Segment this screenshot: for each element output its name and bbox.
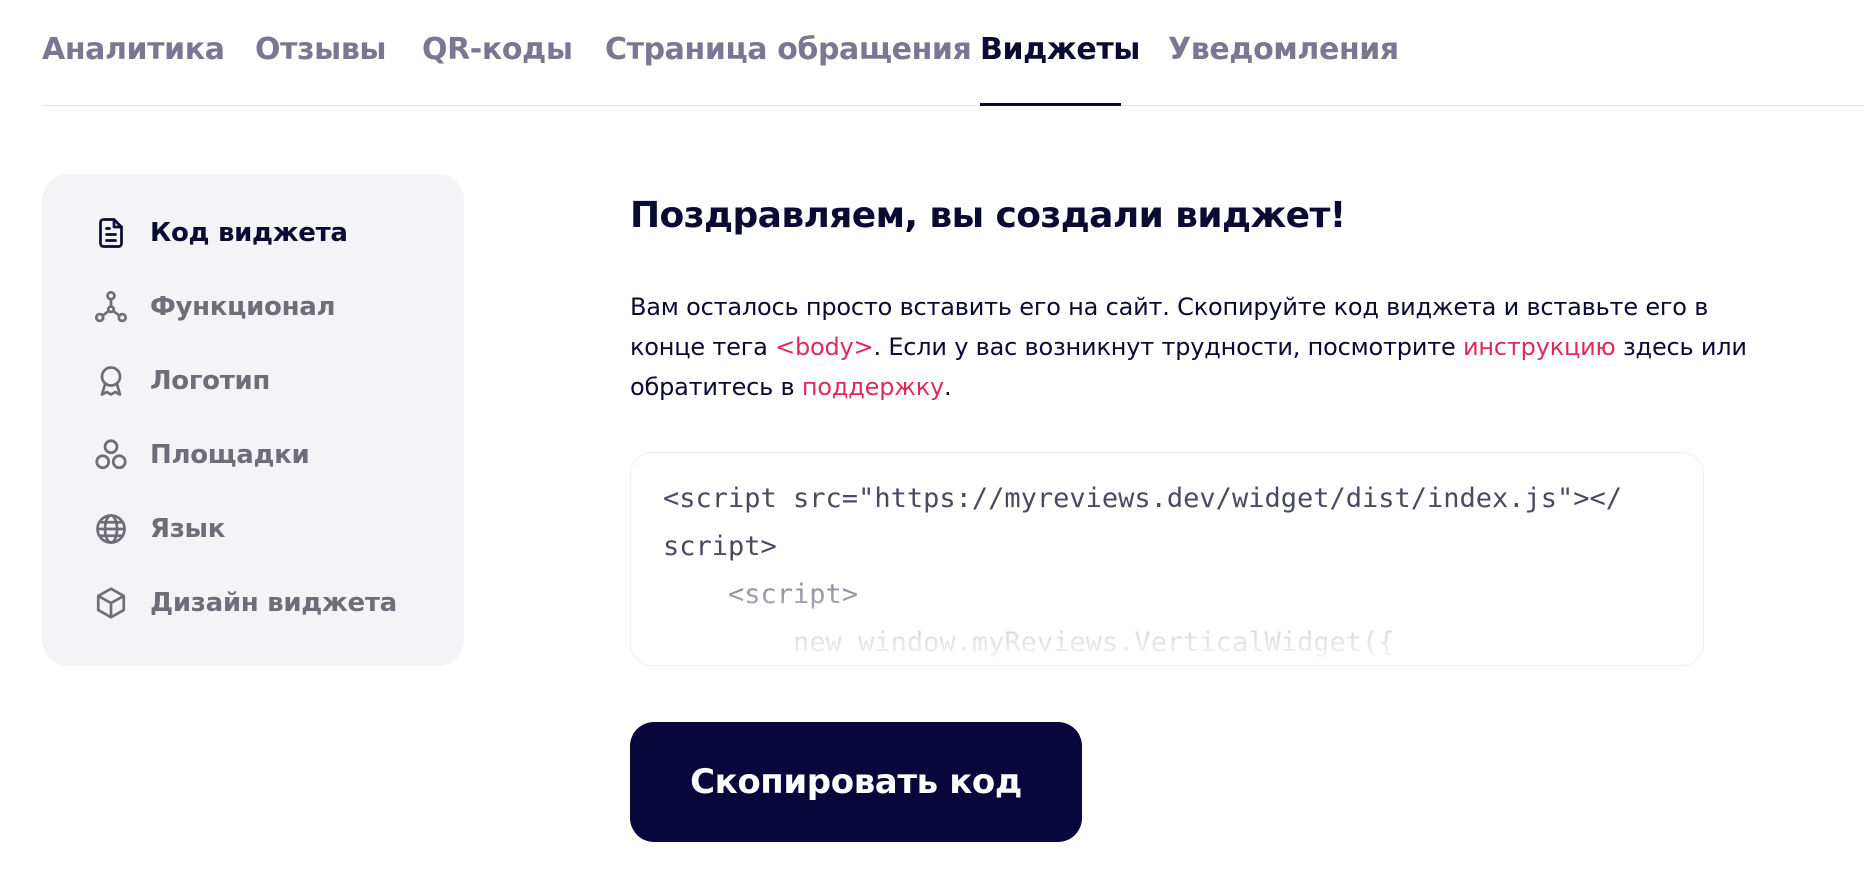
- code-line: new window.myReviews.VerticalWidget({: [663, 627, 1395, 658]
- copy-code-button[interactable]: Скопировать код: [630, 722, 1082, 842]
- tab-qr-codes[interactable]: QR-коды: [422, 32, 573, 67]
- tab-notifications[interactable]: Уведомления: [1168, 32, 1399, 67]
- sidebar-item-label: Логотип: [150, 366, 271, 396]
- tab-reviews[interactable]: Отзывы: [255, 32, 387, 67]
- sidebar-item-label: Дизайн виджета: [150, 588, 397, 618]
- file-text-icon: [92, 214, 130, 252]
- award-icon: [92, 362, 130, 400]
- page-title: Поздравляем, вы создали виджет!: [630, 195, 1346, 236]
- code-line: <script>: [663, 579, 859, 610]
- sidebar-item-functionality[interactable]: Функционал: [92, 282, 432, 332]
- widget-settings-sidebar: Код виджета Функционал Логотип Площадки …: [42, 174, 464, 666]
- code-line: <script src="https://myreviews.dev/widge…: [663, 483, 1623, 514]
- box-icon: [92, 584, 130, 622]
- circles-icon: [92, 436, 130, 474]
- desc-part: .: [944, 373, 952, 401]
- globe-icon: [92, 510, 130, 548]
- active-tab-indicator: [980, 103, 1121, 106]
- body-tag-code: <body>: [775, 333, 874, 361]
- sidebar-item-logo[interactable]: Логотип: [92, 356, 432, 406]
- instructions-text: Вам осталось просто вставить его на сайт…: [630, 287, 1790, 407]
- widget-code-block[interactable]: <script src="https://myreviews.dev/widge…: [630, 452, 1704, 666]
- sidebar-item-platforms[interactable]: Площадки: [92, 430, 432, 480]
- instruction-link[interactable]: инструкцию: [1463, 333, 1616, 361]
- sidebar-item-widget-design[interactable]: Дизайн виджета: [92, 578, 432, 628]
- sidebar-item-label: Код виджета: [150, 218, 348, 248]
- support-link[interactable]: поддержку: [802, 373, 944, 401]
- nodes-icon: [92, 288, 130, 326]
- sidebar-item-language[interactable]: Язык: [92, 504, 432, 554]
- code-line: script>: [663, 531, 777, 562]
- tab-widgets[interactable]: Виджеты: [980, 32, 1140, 67]
- top-tabs: Аналитика Отзывы QR-коды Страница обраще…: [42, 0, 1864, 106]
- tab-appeal-page[interactable]: Страница обращения: [605, 32, 972, 67]
- sidebar-item-widget-code[interactable]: Код виджета: [92, 208, 432, 258]
- sidebar-item-label: Функционал: [150, 292, 336, 322]
- desc-part: . Если у вас возникнут трудности, посмот…: [873, 333, 1464, 361]
- sidebar-item-label: Площадки: [150, 440, 310, 470]
- tab-analytics[interactable]: Аналитика: [42, 32, 225, 67]
- sidebar-item-label: Язык: [150, 514, 226, 544]
